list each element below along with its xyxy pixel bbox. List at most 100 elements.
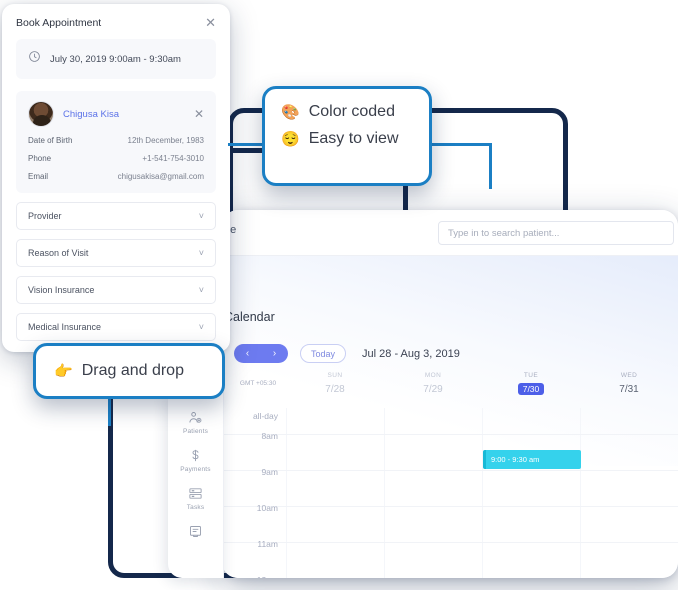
avatar — [28, 101, 54, 127]
callout-line: 🎨 Color coded — [281, 103, 413, 121]
chevron-left-icon[interactable]: ‹ — [246, 348, 249, 359]
time-row-9am[interactable]: 9am — [222, 467, 678, 506]
appointment-slot-text: July 30, 2019 9:00am - 9:30am — [50, 53, 181, 65]
callout-connector-down — [489, 143, 492, 189]
nav-rail: Orders Patients Payments — [168, 392, 224, 578]
callout-color-coded: 🎨 Color coded 😌 Easy to view — [262, 86, 432, 186]
panel-title: Book Appointment — [16, 16, 102, 29]
timezone-label: GMT +05:30 — [239, 380, 277, 387]
nav-item-label: Patients — [182, 428, 209, 435]
grid-cell[interactable] — [580, 408, 678, 434]
grid-cell[interactable] — [384, 471, 482, 506]
grid-cell[interactable] — [286, 408, 384, 434]
grid-cell[interactable] — [384, 408, 482, 434]
grid-cell[interactable] — [580, 435, 678, 470]
field-value: chigusakisa@gmail.com — [117, 172, 204, 181]
nav-item-payments[interactable]: Payments — [168, 441, 223, 479]
patient-name[interactable]: Chigusa Kisa — [63, 109, 185, 120]
time-label: 8am — [261, 431, 278, 441]
grid-cell[interactable] — [482, 543, 580, 578]
time-row-10am[interactable]: 10am — [222, 503, 678, 542]
chevron-right-icon[interactable]: › — [273, 348, 276, 359]
date-nav-group[interactable]: ‹ › — [234, 344, 288, 363]
grid-cell[interactable] — [286, 543, 384, 578]
day-column-wed[interactable]: WED 7/31 — [580, 372, 678, 397]
patient-field-row: Phone +1-541-754-3010 — [28, 154, 204, 163]
time-label: 9am — [261, 467, 278, 477]
day-of-week: WED — [620, 372, 638, 379]
day-columns: SUN 7/28 MON 7/29 TUE 7/30 WED 7/31 — [286, 372, 678, 397]
nav-item-notes[interactable] — [168, 517, 223, 548]
grid-cell[interactable] — [384, 543, 482, 578]
select-label: Reason of Visit — [28, 248, 89, 258]
calendar-topbar: ne — [222, 210, 678, 256]
callout-drag-and-drop: 👉 Drag and drop — [33, 343, 225, 399]
time-row-8am[interactable]: 8am — [222, 431, 678, 470]
people-icon — [188, 410, 203, 425]
grid-cell[interactable] — [384, 507, 482, 542]
time-grid: all-day 8am 9am 10am 11am — [222, 408, 678, 578]
search-patient-input[interactable] — [438, 221, 674, 245]
relieved-face-emoji: 😌 — [281, 130, 300, 148]
nav-item-tasks[interactable]: Tasks — [168, 479, 223, 517]
tasks-icon — [188, 486, 203, 501]
callout-connector-vertical — [108, 396, 111, 426]
select-reason-of-visit[interactable]: Reason of Visit ˅ — [16, 239, 216, 267]
callout-line: 👉 Drag and drop — [54, 362, 184, 380]
grid-cell[interactable] — [286, 471, 384, 506]
time-label: 10am — [256, 503, 278, 513]
grid-cell[interactable] — [482, 471, 580, 506]
close-icon[interactable]: ✕ — [205, 16, 216, 29]
grid-cell[interactable] — [482, 507, 580, 542]
day-column-sun[interactable]: SUN 7/28 — [286, 372, 384, 397]
grid-cell[interactable] — [580, 543, 678, 578]
nav-item-patients[interactable]: Patients — [168, 403, 223, 441]
grid-cell[interactable] — [286, 435, 384, 470]
day-column-tue-today[interactable]: TUE 7/30 — [482, 372, 580, 397]
screenshot-stage: ne Calendar ‹ › Today Jul 28 - Aug 3, 20… — [0, 0, 678, 590]
grid-cell[interactable] — [580, 471, 678, 506]
appointment-slot-card[interactable]: July 30, 2019 9:00am - 9:30am — [16, 39, 216, 79]
patient-card: Chigusa Kisa ✕ Date of Birth 12th Decemb… — [16, 91, 216, 193]
patient-field-row: Email chigusakisa@gmail.com — [28, 172, 204, 181]
select-label: Medical Insurance — [28, 322, 102, 332]
day-date: 7/29 — [423, 384, 443, 395]
calendar-window: ne Calendar ‹ › Today Jul 28 - Aug 3, 20… — [222, 210, 678, 578]
field-label: Phone — [28, 154, 52, 163]
time-row-allday[interactable]: all-day — [222, 408, 678, 434]
day-column-mon[interactable]: MON 7/29 — [384, 372, 482, 397]
select-label: Vision Insurance — [28, 285, 95, 295]
field-value: +1-541-754-3010 — [142, 154, 204, 163]
day-date: 7/28 — [325, 384, 345, 395]
day-date: 7/31 — [619, 384, 639, 395]
grid-cell[interactable] — [286, 507, 384, 542]
today-button[interactable]: Today — [300, 344, 347, 363]
chevron-down-icon[interactable]: ˅ — [199, 322, 204, 332]
grid-cell[interactable] — [482, 408, 580, 434]
remove-patient-icon[interactable]: ✕ — [194, 107, 204, 121]
callout-text: Color coded — [308, 103, 395, 120]
select-vision-insurance[interactable]: Vision Insurance ˅ — [16, 276, 216, 304]
chevron-down-icon[interactable]: ˅ — [199, 285, 204, 295]
time-row-11am[interactable]: 11am — [222, 539, 678, 578]
select-provider[interactable]: Provider ˅ — [16, 202, 216, 230]
grid-cell[interactable] — [580, 507, 678, 542]
chevron-down-icon[interactable]: ˅ — [199, 248, 204, 258]
callout-text: Drag and drop — [81, 362, 184, 379]
callout-line: 😌 Easy to view — [281, 130, 413, 148]
pointing-hand-emoji: 👉 — [54, 362, 73, 380]
grid-cell[interactable] — [384, 435, 482, 470]
day-header-row: GMT +05:30 SUN 7/28 MON 7/29 TUE 7/30 WE… — [222, 372, 678, 397]
day-of-week: SUN — [327, 372, 343, 379]
callout-connector-left — [228, 143, 264, 146]
select-medical-insurance[interactable]: Medical Insurance ˅ — [16, 313, 216, 341]
notes-icon — [188, 524, 203, 539]
day-of-week: TUE — [523, 372, 539, 379]
calendar-event[interactable]: 9:00 - 9:30 am — [483, 450, 581, 469]
calendar-body: Calendar ‹ › Today Jul 28 - Aug 3, 2019 … — [222, 256, 678, 578]
field-label: Email — [28, 172, 49, 181]
field-label: Date of Birth — [28, 136, 73, 145]
field-value: 12th December, 1983 — [127, 136, 205, 145]
chevron-down-icon[interactable]: ˅ — [199, 211, 204, 221]
time-label: 11am — [257, 539, 278, 549]
